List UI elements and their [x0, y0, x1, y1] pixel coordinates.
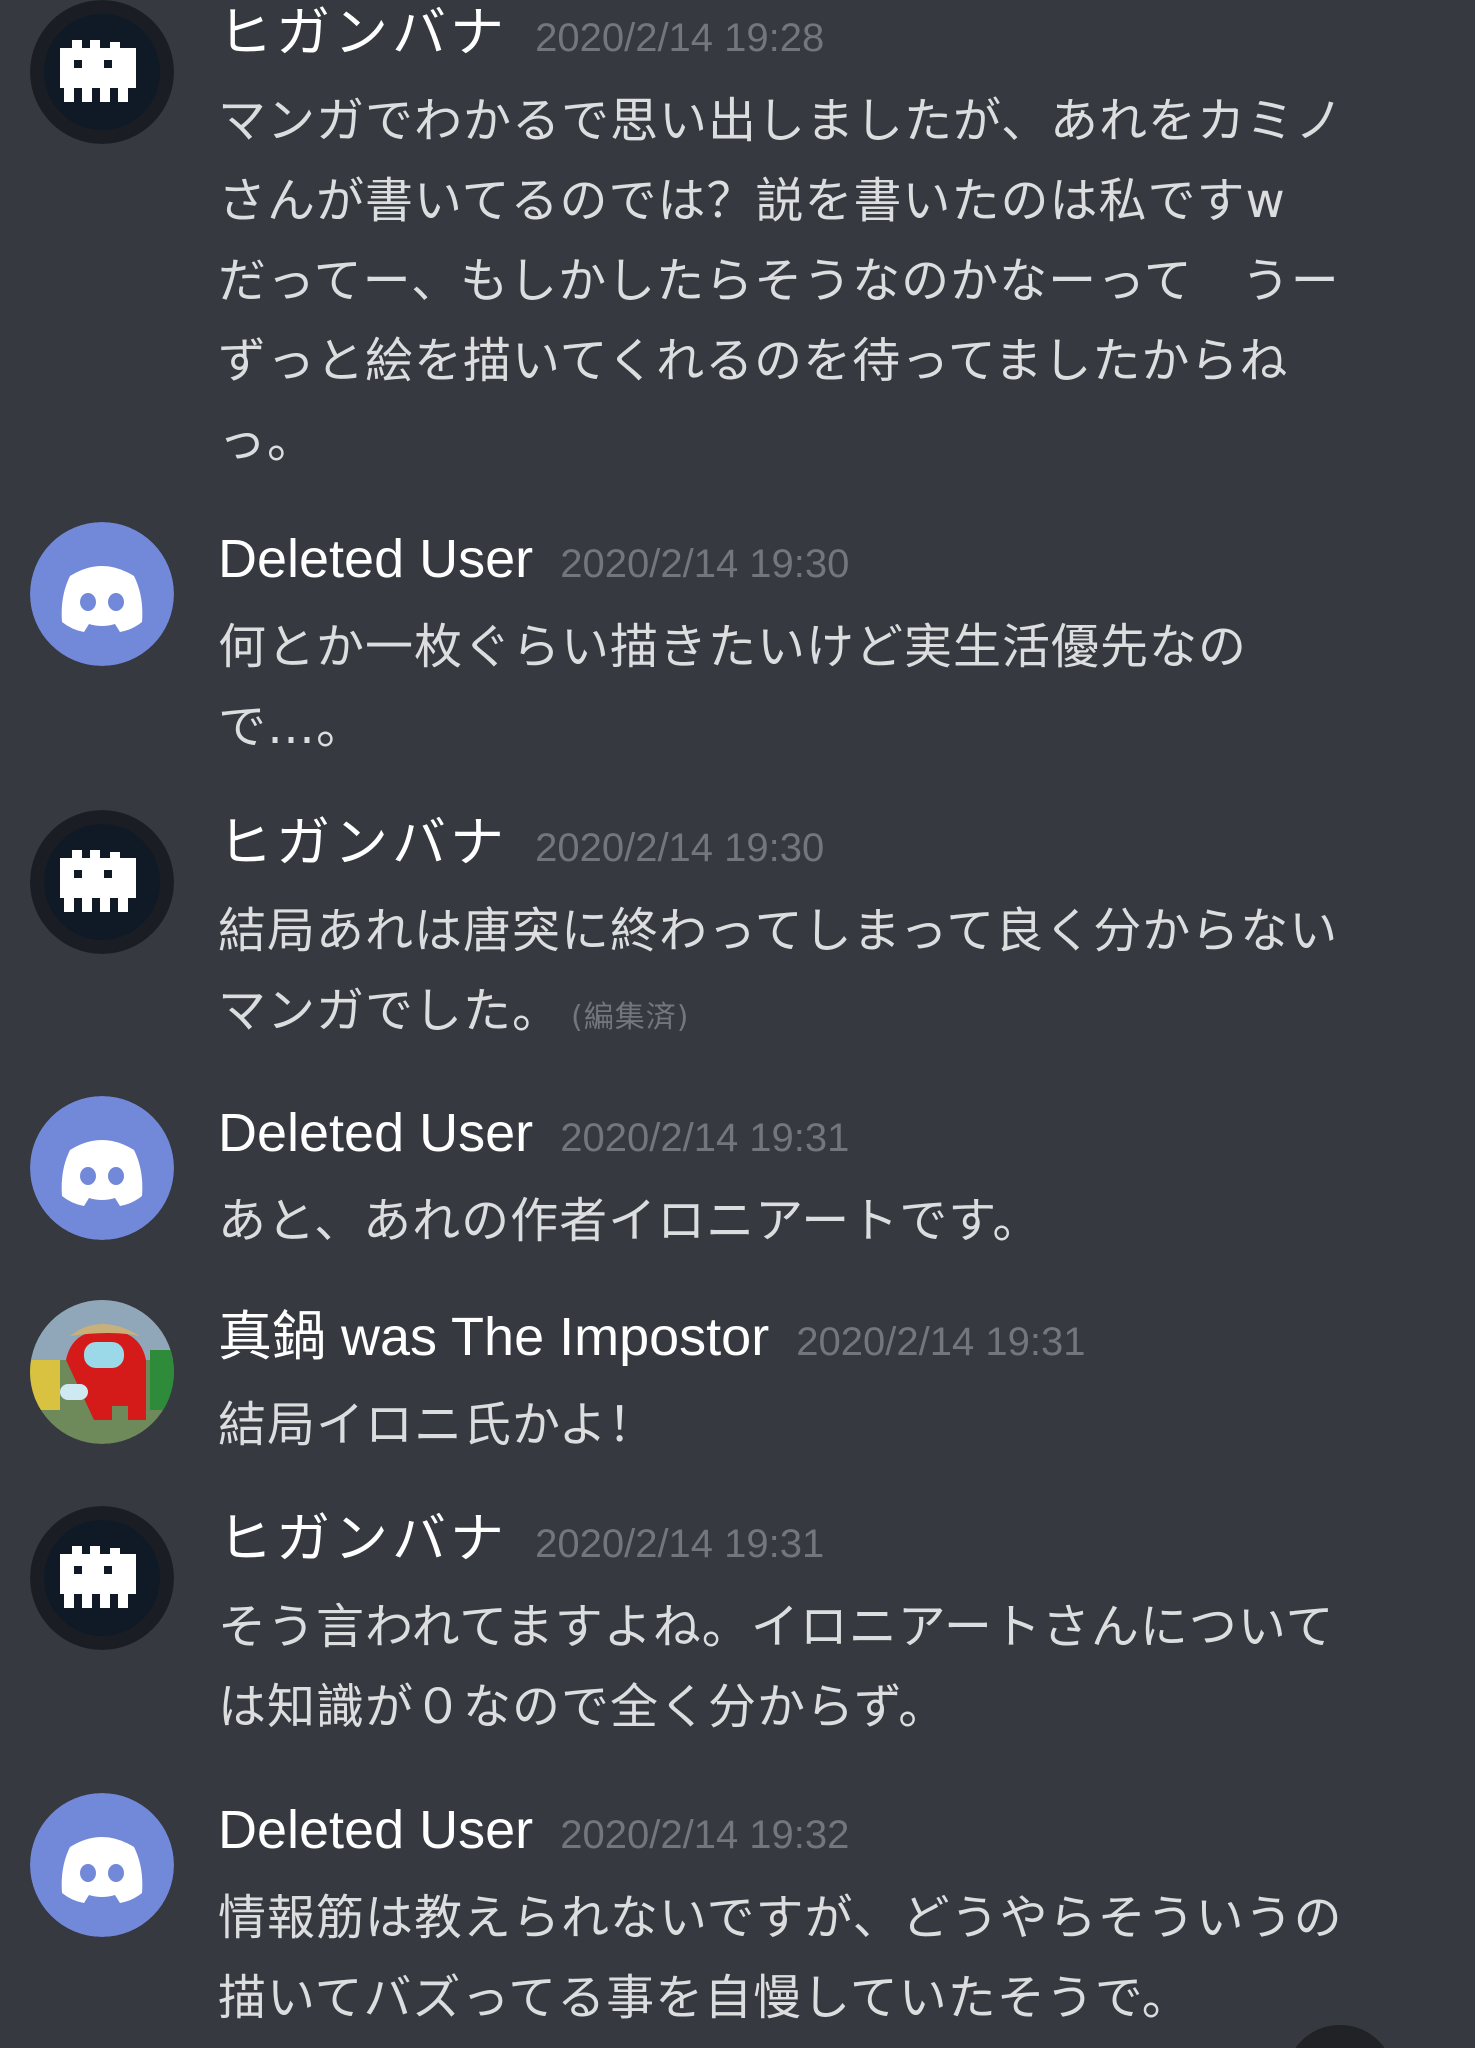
message-author[interactable]: ヒガンバナ	[218, 1, 508, 64]
manabe-avatar[interactable]	[30, 1300, 174, 1444]
message-line: で…。	[218, 699, 366, 755]
message-content: マンガでわかるで思い出しましたが、あれをカミノ さんが書いてるのでは？説を書いた…	[218, 81, 1418, 481]
message-line: マンガでした。 (編集済)	[218, 971, 1418, 1058]
message-line: っ。	[218, 413, 317, 469]
discord-logo-avatar-icon	[30, 1793, 174, 1937]
message-content: そう言われてますよね。イロニアートさんについて は知識が０なので全く分からず。	[218, 1587, 1418, 1747]
discord-logo-avatar-icon	[30, 522, 174, 666]
edited-label: (編集済)	[571, 1000, 690, 1035]
message-timestamp: 2020/2/14 19:31	[560, 1116, 850, 1160]
message-content: 何とか一枚ぐらい描きたいけど実生活優先なの で…。	[218, 607, 1418, 767]
message-line: 情報筋は教えられないですが、どうやらそういうの	[218, 1890, 1343, 1946]
message-line: 結局イロニ氏かよ！	[218, 1397, 657, 1453]
message-timestamp: 2020/2/14 19:31	[796, 1320, 1086, 1364]
message-author[interactable]: Deleted User	[218, 1103, 533, 1163]
higanbana-avatar[interactable]	[30, 1506, 174, 1650]
chat-message-list[interactable]: ヒガンバナ 2020/2/14 19:28 マンガでわかるで思い出しましたが、あ…	[0, 0, 1475, 2048]
pixel-creature-avatar-icon	[30, 1506, 174, 1650]
pixel-creature-avatar-icon	[30, 0, 174, 144]
message-author[interactable]: Deleted User	[218, 1800, 533, 1860]
red-crewmate-avatar-icon	[30, 1300, 174, 1444]
message-timestamp: 2020/2/14 19:30	[535, 826, 825, 870]
higanbana-avatar[interactable]	[30, 0, 174, 144]
deleted-user-avatar[interactable]	[30, 1096, 174, 1240]
discord-logo-avatar-icon	[30, 1096, 174, 1240]
message-line: マンガでわかるで思い出しましたが、あれをカミノ	[218, 93, 1345, 149]
message-line: あと、あれの作者イロニアートです。	[218, 1193, 1042, 1249]
message-line: 描いてバズってる事を自慢していたそうで。	[218, 1970, 1191, 2026]
message-line-text: マンガでした。	[218, 983, 562, 1039]
message-line: 何とか一枚ぐらい描きたいけど実生活優先なの	[218, 619, 1248, 675]
message-line: さんが書いてるのでは？説を書いたのは私ですw	[218, 173, 1286, 229]
message-author[interactable]: 真鍋 was The Impostor	[218, 1307, 769, 1367]
message-line: そう言われてますよね。イロニアートさんについて	[218, 1599, 1335, 1655]
message-timestamp: 2020/2/14 19:30	[560, 542, 850, 586]
message-content: 情報筋は教えられないですが、どうやらそういうの 描いてバズってる事を自慢していた…	[218, 1878, 1418, 2038]
pixel-creature-avatar-icon	[30, 810, 174, 954]
message-author[interactable]: Deleted User	[218, 529, 533, 589]
message-content: 結局あれは唐突に終わってしまって良く分からない マンガでした。 (編集済)	[218, 891, 1418, 1058]
deleted-user-avatar[interactable]	[30, 522, 174, 666]
deleted-user-avatar[interactable]	[30, 1793, 174, 1937]
message-timestamp: 2020/2/14 19:32	[560, 1813, 850, 1857]
message-author[interactable]: ヒガンバナ	[218, 811, 508, 874]
higanbana-avatar[interactable]	[30, 810, 174, 954]
message-content: あと、あれの作者イロニアートです。	[218, 1181, 1418, 1261]
message-author[interactable]: ヒガンバナ	[218, 1507, 508, 1570]
message-timestamp: 2020/2/14 19:28	[535, 16, 825, 60]
message-line: だってー、もしかしたらそうなのかなーって うー	[218, 253, 1340, 309]
message-timestamp: 2020/2/14 19:31	[535, 1522, 825, 1566]
message-line: ずっと絵を描いてくれるのを待ってましたからね	[218, 333, 1289, 389]
message-line: 結局あれは唐突に終わってしまって良く分からない	[218, 903, 1339, 959]
message-content: 結局イロニ氏かよ！	[218, 1385, 1418, 1465]
message-line: は知識が０なので全く分からず。	[218, 1679, 948, 1735]
